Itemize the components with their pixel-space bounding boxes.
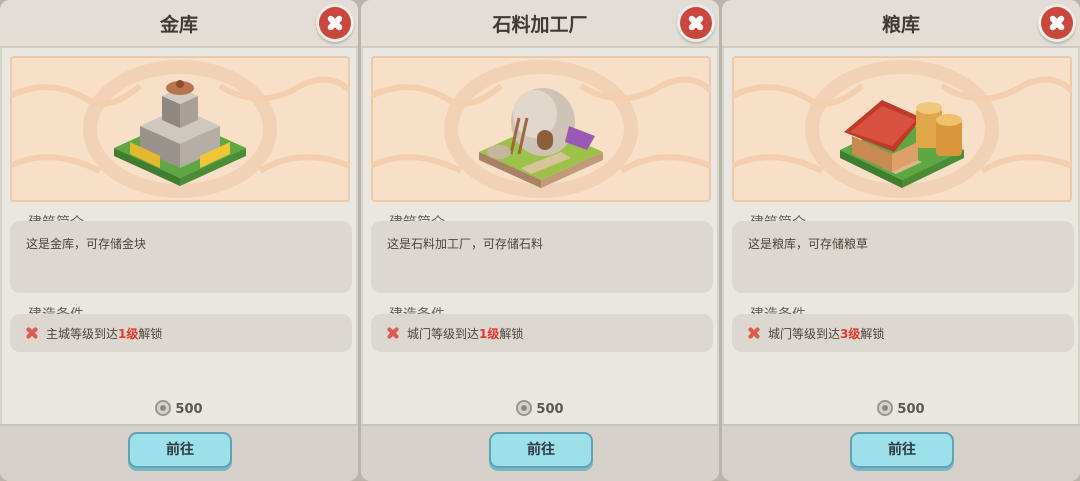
panel-title: 石料加工厂 — [492, 14, 588, 36]
cost-display: 500 — [722, 400, 1080, 417]
cost-value: 500 — [897, 402, 925, 417]
close-button[interactable] — [680, 7, 712, 39]
condition-box: 城门等级到达3级解锁 — [732, 314, 1074, 352]
condition-text: 城门等级到达3级解锁 — [768, 325, 884, 342]
coin-icon — [155, 400, 172, 416]
building-illustration — [732, 56, 1072, 202]
go-button[interactable]: 前往 — [128, 432, 232, 468]
cost-display: 500 — [361, 400, 719, 417]
condition-level: 1级 — [118, 327, 139, 341]
condition-suffix: 解锁 — [499, 327, 524, 341]
cost-value: 500 — [536, 402, 564, 417]
unmet-cross-icon — [747, 326, 761, 340]
condition-box: 城门等级到达1级解锁 — [371, 314, 713, 352]
condition-prefix: 城门等级到达 — [407, 327, 480, 341]
unmet-cross-icon — [386, 326, 400, 340]
description-text: 这是石料加工厂，可存储石料 — [387, 237, 544, 251]
condition-text: 城门等级到达1级解锁 — [407, 325, 523, 342]
stone-workshop-building-icon — [371, 60, 711, 198]
building-illustration — [10, 56, 350, 202]
condition-suffix: 解锁 — [860, 327, 885, 341]
close-button[interactable] — [1041, 7, 1073, 39]
coin-icon — [877, 400, 894, 416]
condition-level: 3级 — [840, 327, 861, 341]
description-text: 这是金库，可存储金块 — [26, 237, 147, 251]
panel-title: 粮库 — [881, 14, 920, 36]
unmet-cross-icon — [25, 326, 39, 340]
description-text: 这是粮库，可存储粮草 — [748, 237, 869, 251]
close-button[interactable] — [319, 7, 351, 39]
building-panel-granary: 粮库 建筑简介 这是粮库，可存储粮 — [722, 0, 1080, 481]
condition-prefix: 城门等级到达 — [768, 327, 841, 341]
coin-icon — [516, 400, 533, 416]
description-box: 这是石料加工厂，可存储石料 — [371, 221, 713, 293]
building-panel-stone-workshop: 石料加工厂 建筑简介 — [361, 0, 719, 481]
condition-suffix: 解锁 — [138, 327, 163, 341]
granary-building-icon — [732, 60, 1072, 198]
go-button[interactable]: 前往 — [489, 432, 593, 468]
cost-value: 500 — [175, 402, 203, 417]
condition-box: 主城等级到达1级解锁 — [10, 314, 352, 352]
gold-vault-building-icon — [10, 60, 350, 198]
building-illustration — [371, 56, 711, 202]
condition-prefix: 主城等级到达 — [46, 327, 119, 341]
go-button[interactable]: 前往 — [850, 432, 954, 468]
condition-text: 主城等级到达1级解锁 — [46, 325, 162, 342]
building-panel-gold-vault: 金库 建筑简介 — [0, 0, 358, 481]
description-box: 这是金库，可存储金块 — [10, 221, 352, 293]
description-box: 这是粮库，可存储粮草 — [732, 221, 1074, 293]
panel-title: 金库 — [159, 14, 198, 36]
cost-display: 500 — [0, 400, 358, 417]
condition-level: 1级 — [479, 327, 500, 341]
